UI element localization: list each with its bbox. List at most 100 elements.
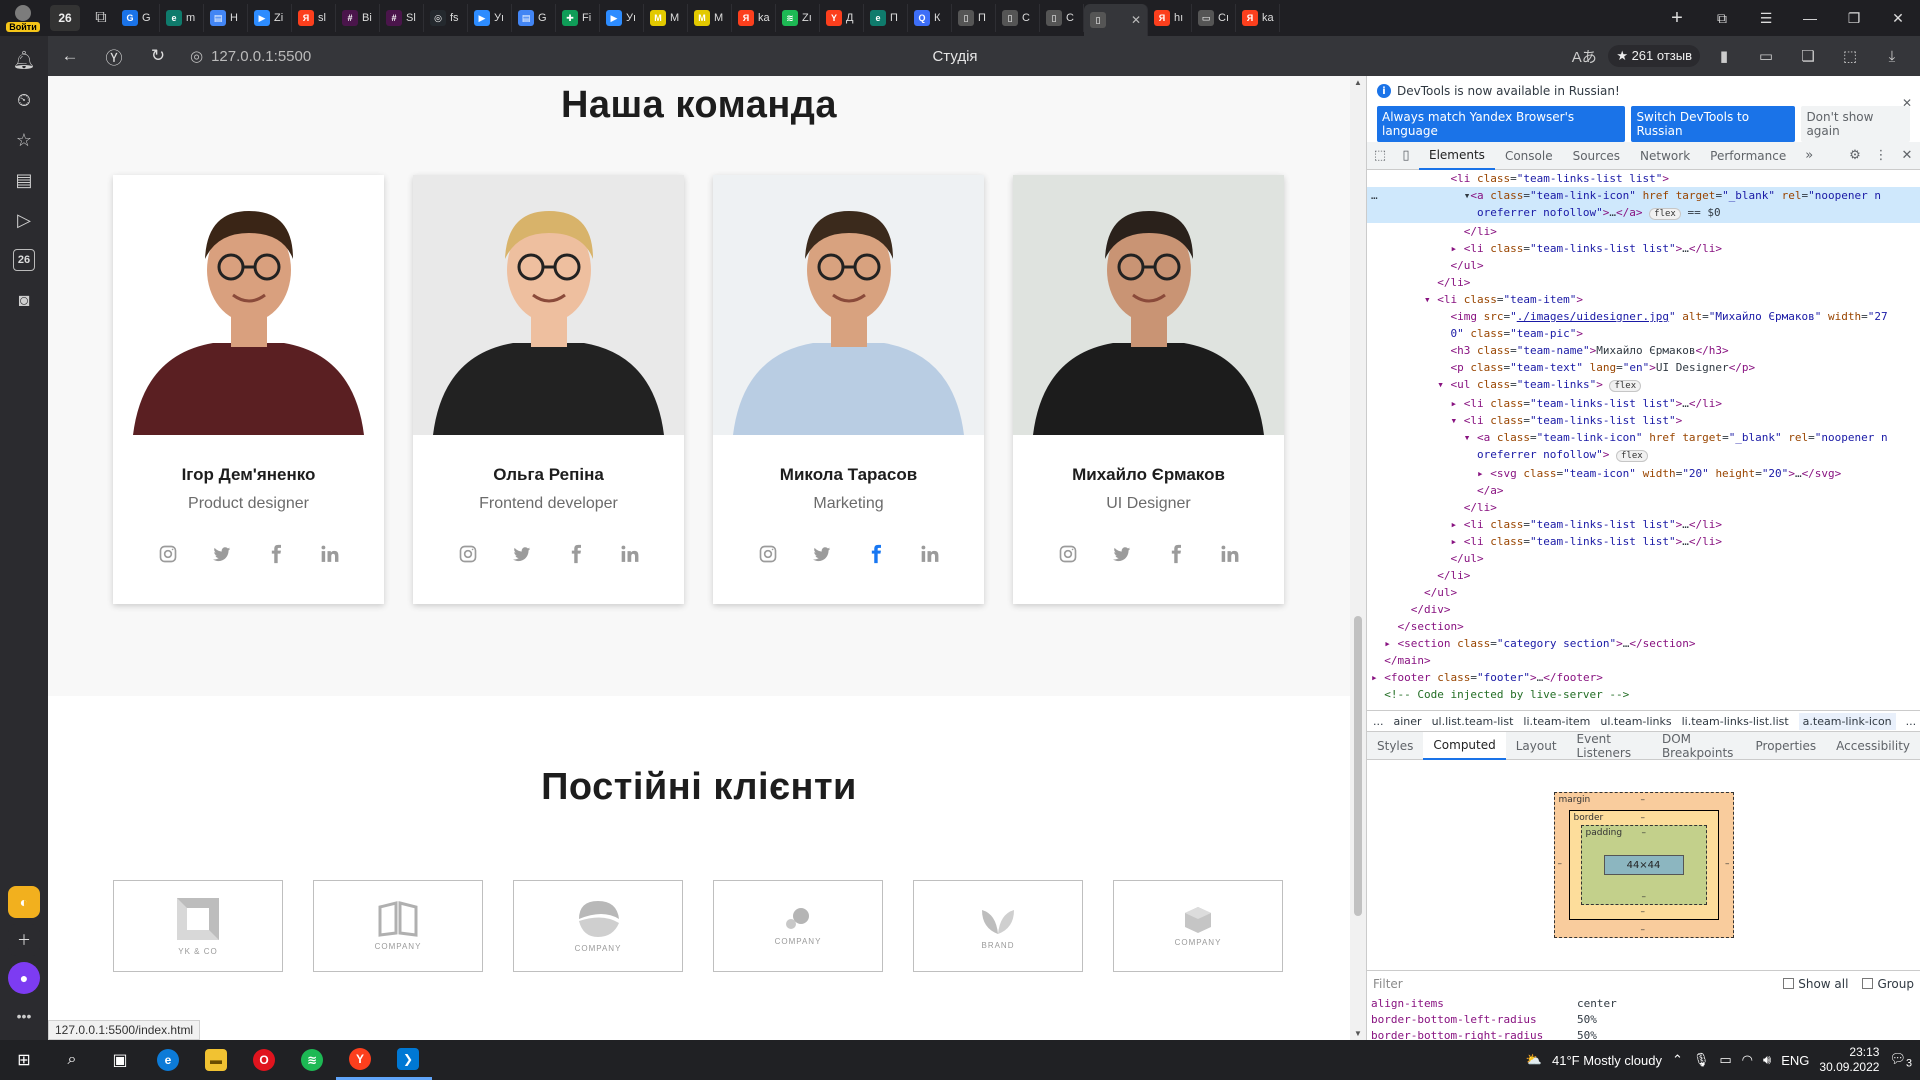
downloads-icon[interactable]: ⤓: [1874, 41, 1910, 71]
browser-tab[interactable]: Яhı: [1148, 4, 1192, 32]
facebook-link[interactable]: [562, 541, 590, 569]
devtools-tab-performance[interactable]: Performance: [1700, 142, 1796, 170]
task-view-icon[interactable]: ▣: [96, 1040, 144, 1080]
instagram-link[interactable]: [154, 541, 182, 569]
devtools-subtab[interactable]: DOM Breakpoints: [1652, 732, 1746, 760]
history-icon[interactable]: ⏲︎: [4, 80, 44, 120]
devtools-tab-elements[interactable]: Elements: [1419, 142, 1495, 170]
browser-tab[interactable]: Яka: [1236, 4, 1280, 32]
scroll-up-icon[interactable]: ▲: [1353, 78, 1363, 87]
box-model-margin[interactable]: margin – – – – border – – padding – – 44…: [1553, 792, 1734, 938]
kebab-menu-icon[interactable]: ⋮: [1868, 142, 1894, 170]
bookmark-icon[interactable]: ▮: [1706, 41, 1742, 71]
browser-tab[interactable]: ▯ С: [996, 4, 1040, 32]
wifi-icon[interactable]: ◠: [1742, 1052, 1753, 1068]
collections-icon[interactable]: ❏: [1790, 41, 1826, 71]
app-shortcut-icon[interactable]: ◐: [8, 886, 40, 918]
start-button[interactable]: ⊞: [0, 1040, 48, 1080]
vscode-app-icon[interactable]: ❯: [384, 1040, 432, 1080]
minimize-button[interactable]: —: [1788, 0, 1832, 36]
browser-tab[interactable]: ▯ С: [1040, 4, 1084, 32]
more-tabs-icon[interactable]: »: [1796, 142, 1822, 170]
breadcrumb-item[interactable]: ul.list.team-list: [1432, 715, 1514, 728]
browser-tab[interactable]: Яka: [732, 4, 776, 32]
close-tab-icon[interactable]: ✕: [1131, 13, 1141, 27]
translate-icon[interactable]: Aあ: [1566, 41, 1602, 71]
browser-tab[interactable]: YД: [820, 4, 864, 32]
opera-app-icon[interactable]: O: [240, 1040, 288, 1080]
breadcrumb-item[interactable]: ...: [1906, 715, 1917, 728]
twitter-link[interactable]: [808, 541, 836, 569]
twitter-link[interactable]: [508, 541, 536, 569]
volume-icon[interactable]: 🔊︎: [1763, 1052, 1771, 1068]
browser-tab[interactable]: em: [160, 4, 204, 32]
extension-icon[interactable]: ⬚: [1832, 41, 1868, 71]
dom-tree[interactable]: <li class="team-links-list list"> … ▾<a …: [1367, 170, 1920, 710]
box-model-border[interactable]: border – – padding – – 44×44: [1568, 810, 1719, 920]
breadcrumb-item[interactable]: ...: [1373, 715, 1384, 728]
favorites-icon[interactable]: ☆: [4, 120, 44, 160]
clock[interactable]: 23:13 30.09.2022: [1819, 1045, 1879, 1075]
new-tab-button[interactable]: +: [1662, 3, 1692, 33]
facebook-link[interactable]: [1162, 541, 1190, 569]
restore-button[interactable]: ❐: [1832, 0, 1876, 36]
computed-property-row[interactable]: align-items center: [1367, 996, 1920, 1012]
breadcrumb-item[interactable]: a.team-link-icon: [1798, 712, 1896, 730]
alice-icon[interactable]: ●: [8, 962, 40, 994]
browser-tab[interactable]: # Bi: [336, 4, 380, 32]
tray-overflow-icon[interactable]: ⌃: [1672, 1052, 1683, 1068]
linkedin-link[interactable]: [316, 541, 344, 569]
close-devtools-icon[interactable]: ✕: [1894, 142, 1920, 170]
browser-tab[interactable]: ▶ Уı: [600, 4, 644, 32]
device-toolbar-icon[interactable]: ▯: [1393, 142, 1419, 170]
browser-tab[interactable]: # Sl: [380, 4, 424, 32]
instagram-link[interactable]: [754, 541, 782, 569]
linkedin-link[interactable]: [616, 541, 644, 569]
box-model-padding[interactable]: padding – – 44×44: [1580, 825, 1707, 905]
reload-button[interactable]: ↻: [136, 36, 180, 76]
yandex-browser-app-icon[interactable]: Y: [336, 1040, 384, 1080]
video-icon[interactable]: ▷: [4, 200, 44, 240]
breadcrumb-item[interactable]: li.team-item: [1523, 715, 1590, 728]
breadcrumb-item[interactable]: ainer: [1394, 715, 1422, 728]
match-language-button[interactable]: Always match Yandex Browser's language: [1377, 106, 1626, 142]
browser-tab[interactable]: MM: [688, 4, 732, 32]
linkedin-link[interactable]: [1216, 541, 1244, 569]
scrollbar-thumb[interactable]: [1354, 616, 1362, 916]
box-model-content[interactable]: 44×44: [1603, 855, 1684, 875]
breadcrumb-item[interactable]: ul.team-links: [1600, 715, 1671, 728]
devtools-subtab[interactable]: Accessibility: [1826, 732, 1920, 760]
devtools-subtab[interactable]: Styles: [1367, 732, 1423, 760]
browser-tab[interactable]: ▭ Сı: [1192, 4, 1236, 32]
back-button[interactable]: ←: [48, 36, 92, 76]
twitter-link[interactable]: [1108, 541, 1136, 569]
language-indicator[interactable]: ENG: [1781, 1053, 1809, 1068]
browser-tab[interactable]: ✚ Fi: [556, 4, 600, 32]
notifications-icon[interactable]: 💬︎3: [1889, 1051, 1912, 1070]
browser-tab[interactable]: eП: [864, 4, 908, 32]
battery-tray-icon[interactable]: ▭: [1719, 1052, 1731, 1068]
browser-tab[interactable]: QК: [908, 4, 952, 32]
instagram-link[interactable]: [1054, 541, 1082, 569]
notes-icon[interactable]: ▤: [4, 160, 44, 200]
weather-icon[interactable]: ⛅: [1526, 1052, 1542, 1068]
devtools-tab-sources[interactable]: Sources: [1563, 142, 1630, 170]
computed-property-row[interactable]: border-bottom-left-radius 50%: [1367, 1012, 1920, 1028]
settings-gear-icon[interactable]: ⚙: [1842, 142, 1868, 170]
devtools-tab-console[interactable]: Console: [1495, 142, 1563, 170]
devtools-subtab[interactable]: Event Listeners: [1567, 732, 1652, 760]
battery-icon[interactable]: ▭: [1748, 41, 1784, 71]
close-banner-icon[interactable]: ✕: [1902, 96, 1912, 110]
profile-button[interactable]: Войти: [0, 0, 46, 36]
more-icon[interactable]: •••: [8, 1000, 40, 1032]
facebook-link[interactable]: [862, 541, 890, 569]
edge-app-icon[interactable]: e: [144, 1040, 192, 1080]
dont-show-again-button[interactable]: Don't show again: [1801, 106, 1910, 142]
weather-text[interactable]: 41°F Mostly cloudy: [1552, 1053, 1662, 1068]
devtools-tab-network[interactable]: Network: [1630, 142, 1700, 170]
browser-tab[interactable]: ▶ Zi: [248, 4, 292, 32]
close-window-button[interactable]: ✕: [1876, 0, 1920, 36]
search-icon[interactable]: ⌕: [48, 1040, 96, 1080]
browser-tab[interactable]: ▤ H: [204, 4, 248, 32]
selected-dom-node[interactable]: … ▾<a class="team-link-icon" href target…: [1367, 187, 1920, 204]
